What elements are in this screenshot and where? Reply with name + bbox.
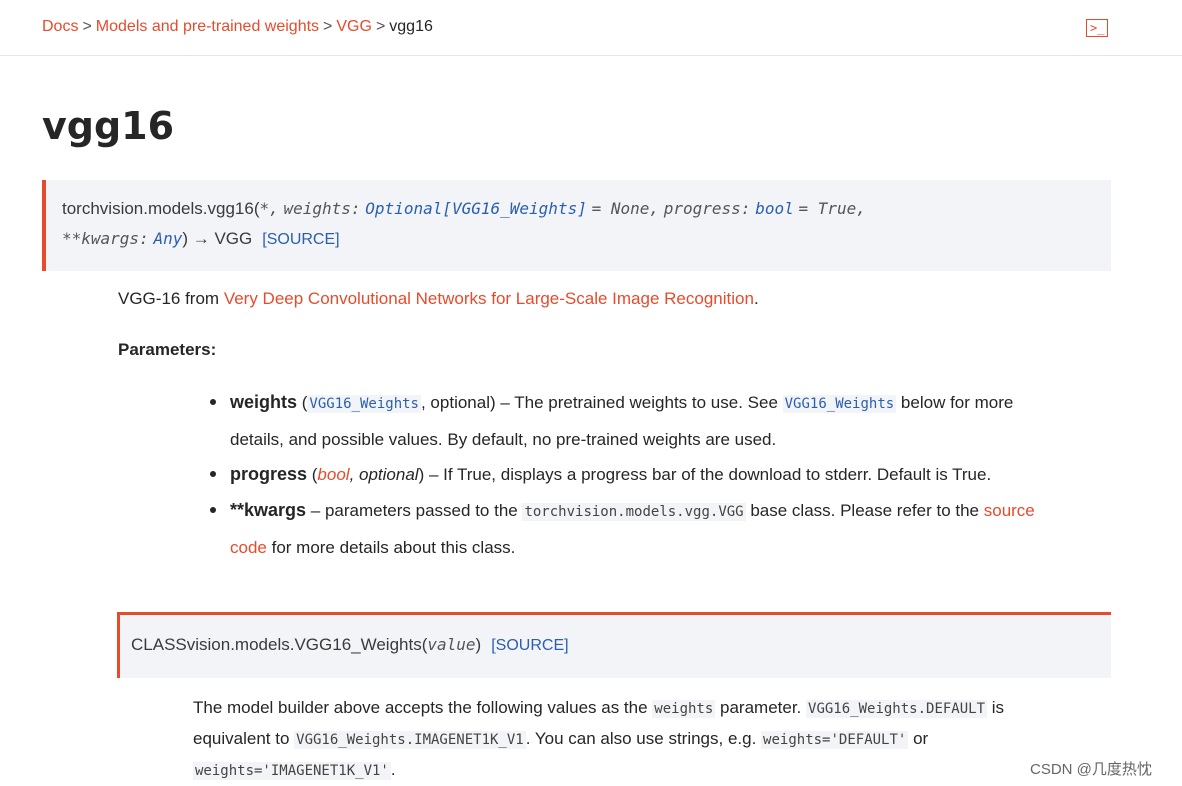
class-name: vision.models.VGG16_Weights(	[186, 635, 428, 654]
note-text: equivalent to	[193, 729, 295, 748]
terminal-icon-glyph: >_	[1090, 21, 1105, 35]
class-signature-line: CLASSvision.models.VGG16_Weights(value) […	[131, 635, 569, 655]
signature-line-1: torchvision.models.vgg16(*, weights: Opt…	[62, 199, 866, 219]
list-item: **kwargs – parameters passed to the torc…	[210, 492, 1092, 564]
note-text: .	[390, 760, 396, 779]
param-kwargs-rest: for more details about this class.	[266, 538, 516, 557]
signature-type-any[interactable]: Any	[153, 229, 182, 248]
signature-prefix: torchvision.models.vgg16(	[62, 199, 260, 218]
class-source-link[interactable]: [SOURCE]	[491, 637, 568, 654]
vgg-class-code: torchvision.models.vgg.VGG	[522, 503, 746, 521]
breadcrumb-models[interactable]: Models and pre-trained weights	[96, 18, 319, 35]
page-title: vgg16	[42, 104, 175, 148]
param-name-progress: progress	[230, 464, 308, 484]
parameters-heading: Parameters:	[118, 340, 217, 359]
param-optional: , optional	[349, 465, 419, 484]
breadcrumb-docs[interactable]: Docs	[42, 18, 78, 35]
signature-line-2: **kwargs: Any) → VGG [SOURCE]	[62, 229, 340, 249]
breadcrumb-separator: >	[375, 18, 386, 35]
signature-type-optional[interactable]: Optional	[365, 199, 442, 218]
signature-type-vgg16-weights[interactable]: [VGG16_Weights]	[442, 199, 587, 218]
param-open: (	[307, 465, 318, 484]
list-item: weights (VGG16_Weights, optional) – The …	[210, 384, 1092, 456]
param-weights-rest: below for more	[896, 393, 1014, 412]
param-name-weights: weights	[230, 392, 298, 412]
paper-link[interactable]: Very Deep Convolutional Networks for Lar…	[224, 289, 754, 308]
note-text: or	[908, 729, 929, 748]
breadcrumb-separator: >	[323, 18, 333, 35]
note-code-default: VGG16_Weights.DEFAULT	[806, 700, 988, 718]
signature-param-progress: progress:	[663, 199, 751, 218]
source-code-link-2[interactable]: code	[230, 538, 267, 557]
note-text: The model builder above accepts the foll…	[193, 698, 653, 717]
breadcrumb-separator: >	[82, 18, 92, 35]
breadcrumb: Docs > Models and pre-trained weights > VGG >…	[42, 18, 433, 36]
parameter-list: weights (VGG16_Weights, optional) – The …	[210, 384, 1092, 564]
note-text: is	[987, 698, 1005, 717]
signature-star: *,	[259, 199, 279, 218]
note-code-string-imagenet: weights='IMAGENET1K_V1'	[193, 762, 391, 780]
watermark: CSDN @几度热忱	[1030, 761, 1152, 778]
param-weights-desc: , optional) – The pretrained weights to …	[420, 393, 783, 412]
note-code-weights: weights	[652, 700, 716, 718]
class-close: )	[475, 635, 482, 654]
note-text: parameter.	[715, 698, 807, 717]
description-text: VGG-16 from	[118, 289, 224, 308]
signature-param-weights: weights:	[283, 199, 361, 218]
class-param-value: value	[427, 635, 476, 654]
signature-param-kwargs: **kwargs:	[62, 229, 149, 248]
note-code-imagenet: VGG16_Weights.IMAGENET1K_V1	[294, 731, 526, 749]
param-name-kwargs: **kwargs	[230, 500, 307, 520]
source-link[interactable]: [SOURCE]	[262, 231, 339, 248]
signature-default-none: = None,	[591, 199, 660, 218]
breadcrumb-current: vgg16	[389, 18, 433, 35]
top-bar: Docs > Models and pre-trained weights > VGG >…	[0, 0, 1182, 56]
param-open: (	[297, 393, 308, 412]
param-kwargs-dash: – parameters passed to the	[306, 501, 523, 520]
note-text: . You can also use strings, e.g.	[525, 729, 762, 748]
function-signature: torchvision.models.vgg16(*, weights: Opt…	[42, 180, 1111, 271]
signature-type-bool[interactable]: bool	[755, 199, 794, 218]
class-signature: CLASSvision.models.VGG16_Weights(value) […	[117, 612, 1111, 678]
source-code-link[interactable]: source	[984, 501, 1035, 520]
terminal-icon[interactable]: >_	[1086, 19, 1108, 37]
list-item: progress (bool, optional) – If True, dis…	[210, 456, 1092, 492]
note-code-string-default: weights='DEFAULT'	[761, 731, 909, 749]
bool-type-link[interactable]: bool	[317, 465, 349, 484]
function-description: VGG-16 from Very Deep Convolutional Netw…	[118, 289, 759, 309]
weights-note: The model builder above accepts the foll…	[193, 693, 1093, 786]
param-kwargs-mid: base class. Please refer to the	[745, 501, 984, 520]
breadcrumb-vgg[interactable]: VGG	[336, 18, 372, 35]
signature-default-true: = True,	[798, 199, 866, 218]
vgg16-weights-link[interactable]: VGG16_Weights	[782, 395, 897, 413]
param-weights-rest-2: details, and possible values. By default…	[230, 430, 777, 449]
signature-return: ) → VGG	[182, 229, 253, 248]
weights-type-link[interactable]: VGG16_Weights	[307, 395, 421, 413]
description-end: .	[753, 289, 759, 308]
class-keyword: CLASS	[131, 635, 187, 654]
param-progress-desc: ) – If True, displays a progress bar of …	[418, 465, 992, 484]
